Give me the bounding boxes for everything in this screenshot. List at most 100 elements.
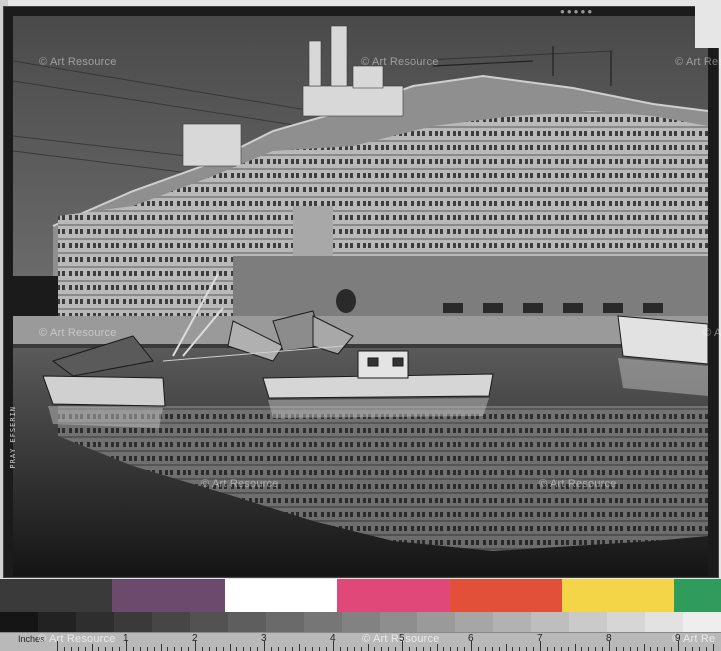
ruler-number: 9 bbox=[675, 633, 681, 644]
ruler-tick bbox=[326, 647, 328, 651]
ruler-tick bbox=[388, 647, 390, 651]
ruler-tick bbox=[491, 647, 493, 651]
gray-step bbox=[37, 612, 76, 632]
ruler-tick bbox=[581, 647, 583, 651]
color-patch bbox=[337, 579, 450, 612]
gray-step bbox=[189, 612, 228, 632]
ruler-tick bbox=[484, 647, 486, 651]
ruler-tick bbox=[588, 647, 590, 651]
ruler-tick bbox=[84, 647, 86, 651]
ruler-tick bbox=[464, 647, 466, 651]
photo-print: © Art Resource © Art Resource © Art Reso… bbox=[3, 6, 721, 578]
ruler-tick bbox=[153, 647, 155, 651]
ruler-tick bbox=[167, 647, 169, 651]
ruler-tick bbox=[208, 647, 210, 651]
ruler-tick bbox=[63, 647, 65, 651]
ruler-tick bbox=[139, 647, 141, 651]
ruler-tick bbox=[622, 647, 624, 651]
ruler-tick bbox=[429, 647, 431, 651]
ruler-tick bbox=[657, 647, 659, 651]
ruler-tick bbox=[684, 647, 686, 651]
ruler-tick bbox=[512, 647, 514, 651]
watermark: © Art Resource bbox=[361, 56, 439, 68]
print-dots: ●●●●● bbox=[560, 7, 595, 16]
print-side-label: PRAY EFSERIN bbox=[9, 406, 17, 469]
ruler-tick bbox=[339, 647, 341, 651]
ruler-tick bbox=[567, 647, 569, 651]
color-patch bbox=[562, 579, 674, 612]
ruler-number: 2 bbox=[192, 633, 198, 644]
ruler-tick bbox=[415, 647, 417, 651]
ruler-number: 3 bbox=[261, 633, 267, 644]
ruler-tick bbox=[319, 647, 321, 651]
print-corner bbox=[695, 0, 721, 48]
ruler-tick bbox=[188, 647, 190, 651]
gray-step bbox=[645, 612, 684, 632]
watermark: © Art Resource bbox=[539, 478, 617, 490]
ruler-tick bbox=[77, 647, 79, 651]
ruler-number: 5 bbox=[399, 633, 405, 644]
gray-step bbox=[493, 612, 532, 632]
watermark: © Art Resource bbox=[39, 56, 117, 68]
ruler-tick bbox=[519, 647, 521, 651]
ruler-number: 4 bbox=[330, 633, 336, 644]
gray-step bbox=[341, 612, 380, 632]
ruler-tick bbox=[477, 647, 479, 651]
watermark: © Art Resource bbox=[201, 478, 279, 490]
ruler-tick bbox=[215, 647, 217, 651]
ruler-tick bbox=[595, 647, 597, 651]
ruler-tick bbox=[443, 647, 445, 651]
ruler-tick bbox=[291, 647, 293, 651]
ruler-tick bbox=[705, 647, 707, 651]
ruler-tick bbox=[98, 647, 100, 651]
gray-step bbox=[113, 612, 152, 632]
gray-step bbox=[455, 612, 494, 632]
ruler-tick bbox=[146, 647, 148, 651]
color-patch bbox=[674, 579, 721, 612]
gray-step bbox=[0, 612, 38, 632]
ruler-tick bbox=[250, 647, 252, 651]
gray-step bbox=[151, 612, 190, 632]
ruler-tick bbox=[201, 647, 203, 651]
inch-ruler: Inches © Art Resource © Art Resource © A… bbox=[0, 632, 721, 651]
ruler-tick bbox=[615, 647, 617, 651]
ruler-tick bbox=[498, 647, 500, 651]
color-patch bbox=[225, 579, 337, 612]
gray-step bbox=[531, 612, 570, 632]
ruler-tick bbox=[270, 647, 272, 651]
ruler-tick bbox=[560, 647, 562, 651]
ruler-tick bbox=[533, 647, 535, 651]
watermark: © Art Resource bbox=[39, 327, 117, 339]
ruler-tick bbox=[132, 647, 134, 651]
gray-step bbox=[265, 612, 304, 632]
ruler-tick bbox=[119, 647, 121, 651]
gray-step bbox=[227, 612, 266, 632]
harbor-photograph bbox=[13, 16, 708, 576]
gray-step bbox=[569, 612, 608, 632]
ruler-tick bbox=[395, 647, 397, 651]
ruler-tick bbox=[346, 647, 348, 651]
ruler-tick bbox=[602, 647, 604, 651]
ruler-tick bbox=[671, 647, 673, 651]
ruler-tick bbox=[526, 647, 528, 651]
color-calibration-bar bbox=[0, 579, 721, 612]
ruler-number: 7 bbox=[537, 633, 543, 644]
ruler-tick bbox=[408, 647, 410, 651]
ruler-tick bbox=[236, 647, 238, 651]
ruler-tick bbox=[664, 647, 666, 651]
gray-step bbox=[417, 612, 456, 632]
ruler-tick bbox=[422, 647, 424, 651]
gray-step bbox=[607, 612, 646, 632]
ruler-tick bbox=[174, 647, 176, 651]
ruler-tick bbox=[181, 647, 183, 651]
ruler-tick bbox=[353, 647, 355, 651]
watermark: © Art R bbox=[703, 327, 721, 339]
ruler-tick bbox=[284, 647, 286, 651]
gray-step bbox=[379, 612, 418, 632]
ruler-tick bbox=[105, 647, 107, 651]
ruler-tick bbox=[112, 647, 114, 651]
ruler-tick bbox=[243, 647, 245, 651]
color-patch bbox=[0, 579, 112, 612]
ruler-tick bbox=[553, 647, 555, 651]
gray-step bbox=[683, 612, 721, 632]
